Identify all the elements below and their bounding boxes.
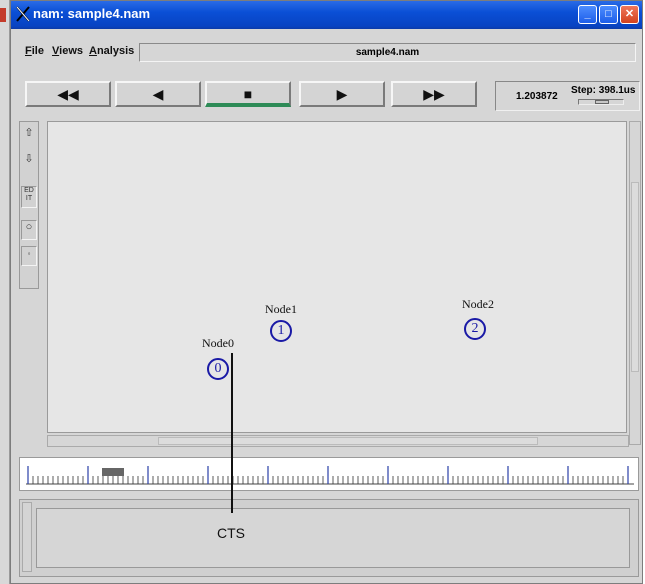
- node-label-0: Node0: [202, 336, 234, 350]
- menu-file[interactable]: File: [25, 45, 44, 57]
- rewind-icon: ◀◀: [57, 86, 79, 102]
- canvas-vertical-scrollbar[interactable]: [629, 121, 641, 445]
- stop-button[interactable]: ■: [205, 81, 291, 107]
- stop-icon: ■: [243, 86, 253, 102]
- back-button[interactable]: ◀: [115, 81, 201, 107]
- window-title: nam: sample4.nam: [33, 6, 151, 21]
- timeline-position-marker: [102, 468, 124, 476]
- x-logo-icon: [16, 6, 30, 22]
- step-slider-thumb[interactable]: [595, 100, 609, 104]
- current-time: 1.203872: [516, 91, 558, 102]
- node-2[interactable]: 2: [464, 318, 486, 340]
- annotation-list: [36, 508, 630, 568]
- step-slider[interactable]: [578, 99, 624, 105]
- edit-label: ED IT: [24, 187, 34, 202]
- zoom-in-icon: ⇧: [24, 127, 34, 139]
- annotation-panel: [19, 499, 639, 577]
- canvas-horizontal-scrollbar[interactable]: [47, 435, 629, 447]
- fast-forward-button[interactable]: ▶▶: [391, 81, 477, 107]
- annotation-scrollbar[interactable]: [22, 502, 32, 572]
- node-0[interactable]: 0: [207, 358, 229, 380]
- small-circle-tool-button[interactable]: ◦: [21, 246, 37, 266]
- title-bar[interactable]: nam: sample4.nam _ □ ✕: [11, 1, 642, 29]
- playback-controls: ◀◀ ◀ ■ ▶ ▶▶ 1.203872 Step: 398.1us: [11, 77, 642, 111]
- small-circle-icon: ◦: [27, 249, 31, 258]
- minimize-button[interactable]: _: [578, 5, 597, 24]
- step-label: Step: 398.1us: [571, 85, 636, 96]
- zoom-out-button[interactable]: ⇩: [21, 152, 37, 172]
- annotation-pointer-line: [231, 353, 233, 513]
- time-display: 1.203872 Step: 398.1us: [495, 81, 640, 111]
- tool-palette: ⇧ ⇩ ED IT ○ ◦: [19, 121, 39, 289]
- maximize-button[interactable]: □: [599, 5, 618, 24]
- close-button[interactable]: ✕: [620, 5, 639, 24]
- background-window-edge: [0, 0, 10, 584]
- timeline-ticks: [26, 466, 634, 485]
- play-backward-icon: ◀: [152, 86, 164, 102]
- circle-tool-button[interactable]: ○: [21, 220, 37, 240]
- annotation-label: CTS: [217, 525, 245, 541]
- fast-forward-icon: ▶▶: [423, 86, 445, 102]
- edit-button[interactable]: ED IT: [21, 186, 37, 208]
- menu-views[interactable]: Views: [52, 45, 83, 57]
- circle-icon: ○: [25, 221, 33, 233]
- zoom-out-icon: ⇩: [24, 153, 34, 165]
- nam-window: nam: sample4.nam _ □ ✕ File Views Analys…: [10, 0, 643, 584]
- menu-bar: File Views Analysis sample4.nam: [11, 41, 642, 65]
- horizontal-scroll-thumb[interactable]: [158, 437, 538, 445]
- network-canvas[interactable]: Node0 0 Node1 1 Node2 2: [47, 121, 627, 433]
- background-window-title: [0, 8, 6, 22]
- play-forward-icon: ▶: [336, 86, 348, 102]
- zoom-in-button[interactable]: ⇧: [21, 126, 37, 146]
- menu-analysis[interactable]: Analysis: [89, 45, 134, 57]
- vertical-scroll-thumb[interactable]: [631, 182, 639, 372]
- timeline-slider[interactable]: [19, 457, 639, 491]
- node-1[interactable]: 1: [270, 320, 292, 342]
- play-button[interactable]: ▶: [299, 81, 385, 107]
- rewind-button[interactable]: ◀◀: [25, 81, 111, 107]
- node-label-2: Node2: [462, 297, 494, 311]
- filename-display: sample4.nam: [139, 43, 636, 62]
- node-label-1: Node1: [265, 302, 297, 316]
